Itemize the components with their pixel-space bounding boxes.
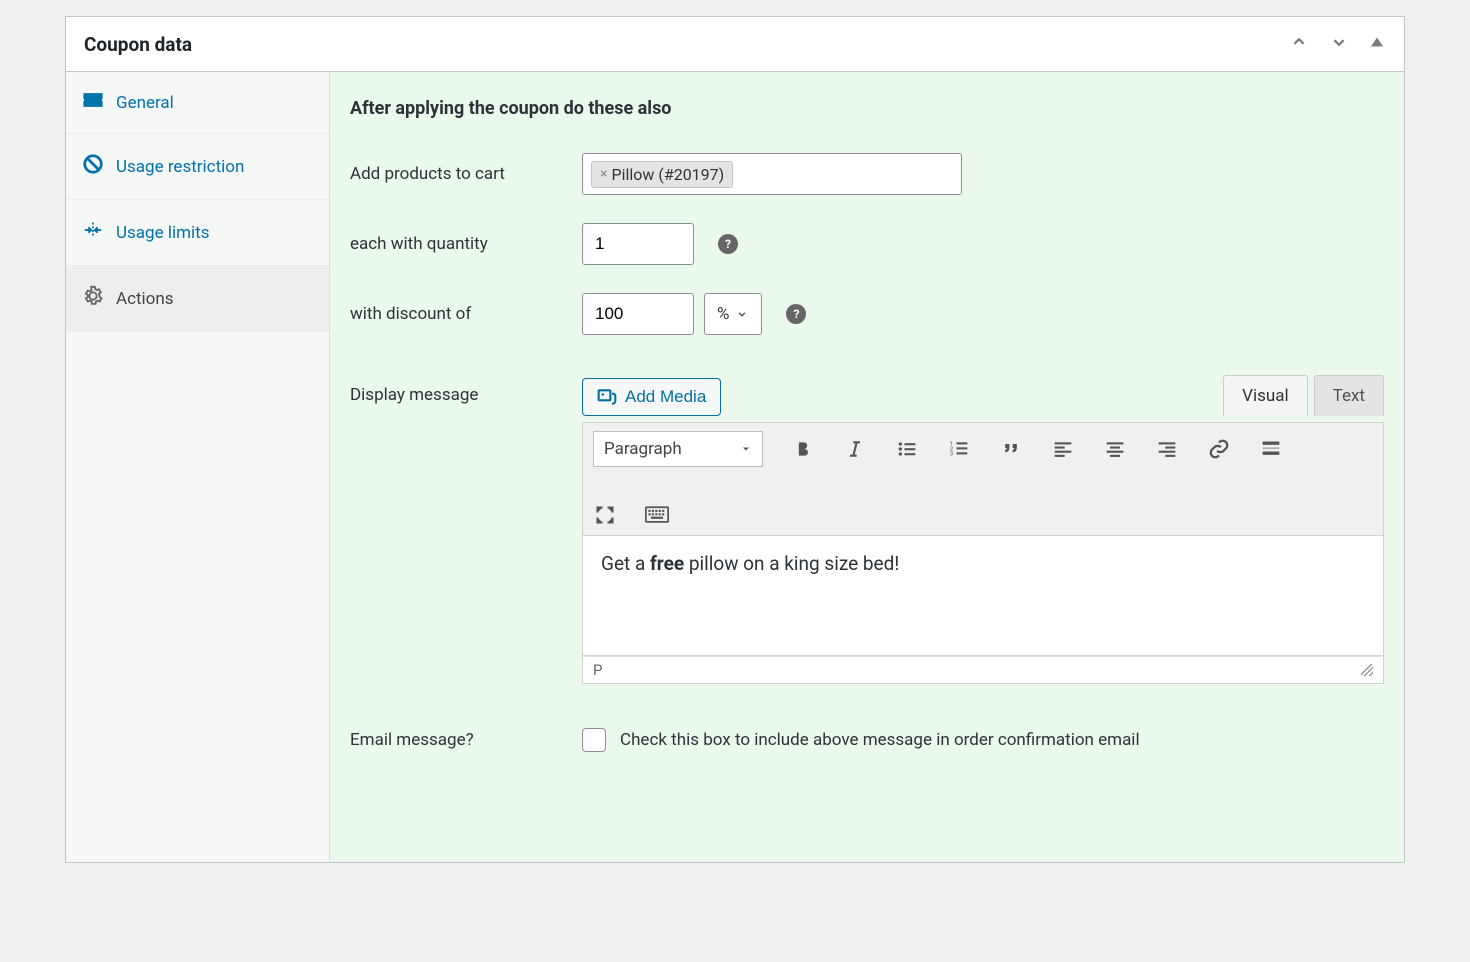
media-icon [597,388,617,406]
editor-text-bold: free [650,552,684,575]
bullet-list-icon[interactable] [895,437,919,461]
editor-toolbar: Paragraph 123 [582,422,1384,536]
chevron-down-icon [735,307,749,321]
chip-label: Pillow (#20197) [611,165,724,184]
panel-title: Coupon data [84,33,192,56]
panel-toggle-icon[interactable] [1368,33,1386,55]
editor-text: pillow on a king size bed! [684,552,899,575]
fullscreen-icon[interactable] [593,503,617,527]
quantity-label: each with quantity [350,234,582,254]
discount-unit-select[interactable]: % [704,293,762,335]
panel-header: Coupon data [66,17,1404,72]
ban-icon [82,153,104,180]
gear-icon [82,285,104,312]
add-products-input[interactable]: × Pillow (#20197) [582,153,962,195]
sidebar-item-general[interactable]: General [66,72,329,134]
sidebar-item-usage-restriction[interactable]: Usage restriction [66,134,329,200]
settings-sidebar: General Usage restriction Usage limits A… [66,72,330,862]
coupon-data-panel: Coupon data General [65,16,1405,863]
email-message-row: Email message? Check this box to include… [330,684,1404,776]
display-message-label: Display message [350,375,582,684]
link-icon[interactable] [1207,437,1231,461]
number-list-icon[interactable]: 123 [947,437,971,461]
panel-move-down-icon[interactable] [1328,31,1350,57]
editor-tab-visual[interactable]: Visual [1223,375,1307,416]
read-more-icon[interactable] [1259,437,1283,461]
sidebar-item-usage-limits[interactable]: Usage limits [66,200,329,266]
sidebar-item-label: Actions [116,289,174,309]
align-center-icon[interactable] [1103,437,1127,461]
add-products-label: Add products to cart [350,164,582,184]
bold-icon[interactable] [791,437,815,461]
italic-icon[interactable] [843,437,867,461]
panel-move-up-icon[interactable] [1288,31,1310,57]
align-right-icon[interactable] [1155,437,1179,461]
email-checkbox-label: Check this box to include above message … [620,730,1140,750]
sidebar-item-actions[interactable]: Actions [66,266,329,332]
resize-grip-icon[interactable] [1361,664,1373,676]
add-media-button[interactable]: Add Media [582,378,721,416]
display-message-row: Display message Add Media Visual Text [330,361,1404,684]
section-title: After applying the coupon do these also [330,72,1404,139]
discount-unit-value: % [717,304,729,324]
quantity-input[interactable] [582,223,694,265]
discount-row: with discount of % ? [330,279,1404,349]
editor-content[interactable]: Get a free pillow on a king size bed! [582,536,1384,656]
quote-icon[interactable] [999,437,1023,461]
add-products-row: Add products to cart × Pillow (#20197) [330,139,1404,209]
format-select-value: Paragraph [604,439,682,459]
quantity-row: each with quantity ? [330,209,1404,279]
discount-input[interactable] [582,293,694,335]
sidebar-item-label: General [116,93,174,113]
discount-label: with discount of [350,304,582,324]
align-left-icon[interactable] [1051,437,1075,461]
help-icon[interactable]: ? [786,304,806,324]
svg-text:3: 3 [950,452,953,458]
sidebar-item-label: Usage restriction [116,157,244,177]
arrows-in-icon [82,219,104,246]
panel-controls [1288,31,1386,57]
editor-path: P [593,661,602,679]
actions-content: After applying the coupon do these also … [330,72,1404,862]
ticket-icon [82,91,104,114]
editor-tab-text[interactable]: Text [1314,375,1384,416]
caret-down-icon [740,443,752,455]
add-media-label: Add Media [625,387,706,407]
help-icon[interactable]: ? [718,234,738,254]
email-checkbox[interactable] [582,728,606,752]
chip-remove-icon[interactable]: × [600,166,607,182]
keyboard-icon[interactable] [645,503,669,527]
editor-text: Get a [601,552,650,575]
product-chip: × Pillow (#20197) [591,161,733,188]
format-select[interactable]: Paragraph [593,431,763,467]
email-message-label: Email message? [350,730,582,750]
sidebar-item-label: Usage limits [116,223,209,243]
editor-status-bar: P [582,656,1384,684]
